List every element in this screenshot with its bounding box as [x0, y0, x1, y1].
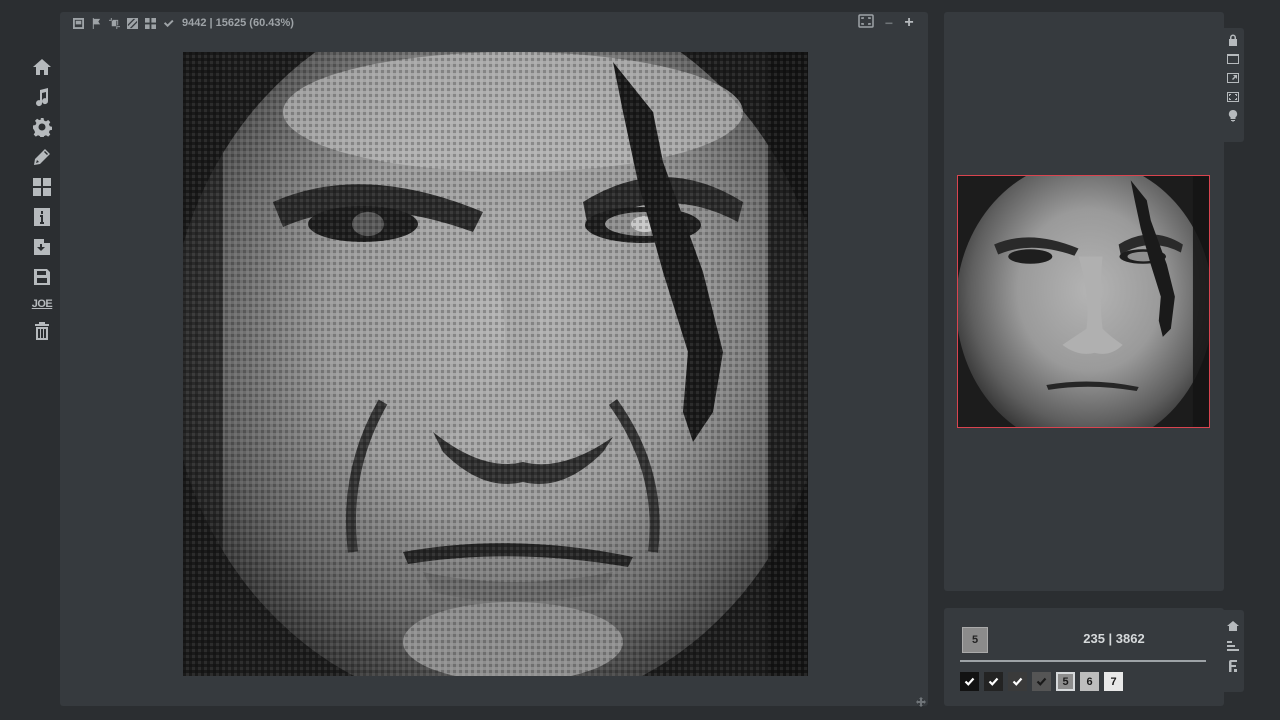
- preview-thumbnail[interactable]: [957, 175, 1210, 428]
- selected-color-swatch[interactable]: 5: [962, 627, 988, 653]
- lock-icon[interactable]: [1226, 32, 1240, 48]
- gear-icon[interactable]: [29, 112, 55, 142]
- color-swatch-5[interactable]: 5: [1056, 672, 1075, 691]
- progress-counter: 9442 | 15625 (60.43%): [182, 17, 294, 29]
- dashboard-icon[interactable]: [29, 172, 55, 202]
- grid-icon[interactable]: [144, 17, 156, 29]
- check-icon: [988, 677, 999, 686]
- check-icon: [162, 17, 174, 29]
- frame-icon[interactable]: [72, 17, 84, 29]
- check-icon: [1012, 677, 1023, 686]
- crop-icon[interactable]: [108, 17, 120, 29]
- color-swatch-3[interactable]: [1008, 672, 1027, 691]
- check-icon: [964, 677, 975, 686]
- resize-handle-icon[interactable]: [916, 694, 926, 707]
- info-icon[interactable]: [29, 202, 55, 232]
- sort-icon[interactable]: [1226, 638, 1240, 654]
- import-icon[interactable]: [29, 232, 55, 262]
- view-controls: − +: [858, 13, 914, 33]
- editor-panel: 9442 | 15625 (60.43%) − +: [60, 12, 928, 707]
- color-swatch-list: 5 6 7: [960, 672, 1123, 691]
- color-swatch-4[interactable]: [1032, 672, 1051, 691]
- expand-icon[interactable]: [1226, 70, 1240, 86]
- pencil-icon[interactable]: [29, 142, 55, 172]
- lightbulb-icon[interactable]: [1226, 108, 1240, 124]
- trash-icon[interactable]: [29, 316, 55, 346]
- window-icon[interactable]: [1226, 51, 1240, 67]
- check-icon: [1036, 677, 1047, 686]
- flag-icon[interactable]: [90, 17, 102, 29]
- home-small-icon[interactable]: [1226, 618, 1240, 634]
- portrait-pixel-art: [183, 52, 808, 676]
- color-progress-bar: [960, 660, 1206, 662]
- preview-panel: [944, 12, 1224, 591]
- music-icon[interactable]: [29, 82, 55, 112]
- hatch-icon[interactable]: [126, 17, 138, 29]
- palette-panel: 5 235 | 3862 5 6 7: [944, 608, 1224, 706]
- color-swatch-7[interactable]: 7: [1104, 672, 1123, 691]
- joe-icon[interactable]: JOE: [29, 292, 55, 316]
- left-sidebar: JOE: [28, 52, 56, 346]
- color-swatch-1[interactable]: [960, 672, 979, 691]
- home-icon[interactable]: [29, 52, 55, 82]
- color-swatch-2[interactable]: [984, 672, 1003, 691]
- pixel-canvas[interactable]: [183, 52, 808, 676]
- zoom-in-button[interactable]: +: [904, 15, 914, 31]
- color-swatch-6[interactable]: 6: [1080, 672, 1099, 691]
- preview-portrait: [958, 176, 1209, 427]
- font-icon[interactable]: [1226, 658, 1240, 674]
- fullscreen-icon[interactable]: [1226, 89, 1240, 105]
- palette-toolbar: [1222, 610, 1244, 692]
- fit-screen-icon[interactable]: [858, 13, 874, 33]
- preview-toolbar: [1222, 28, 1244, 142]
- zoom-out-button[interactable]: −: [884, 16, 894, 30]
- editor-toolbar: 9442 | 15625 (60.43%): [72, 14, 294, 32]
- save-icon[interactable]: [29, 262, 55, 292]
- color-counts: 235 | 3862: [1083, 631, 1145, 646]
